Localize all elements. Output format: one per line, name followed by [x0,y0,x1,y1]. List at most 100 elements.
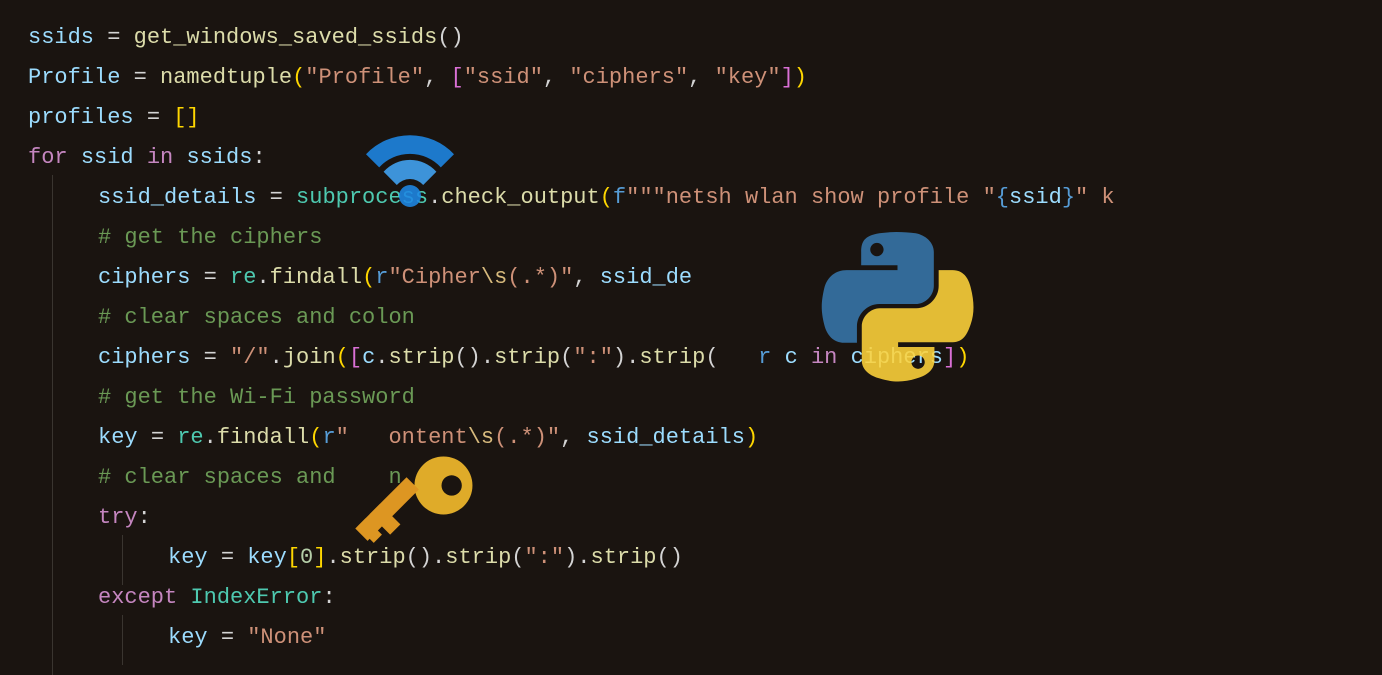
code-token: # clear spaces and colon [98,305,415,330]
code-token: ). [613,345,639,370]
code-token: "Cipher [388,265,480,290]
code-token: strip [494,345,560,370]
code-token: findall [270,265,362,290]
code-token: ( [362,265,375,290]
code-line[interactable]: try: [28,498,1382,538]
code-token [798,345,811,370]
code-line[interactable]: # get the ciphers [28,218,1382,258]
code-token: 0 [300,545,313,570]
code-token [138,425,151,450]
code-line[interactable]: for ssid in ssids: [28,138,1382,178]
code-token: """netsh wlan show profile " [626,185,996,210]
code-token: key [168,545,208,570]
code-token: ssid_details [98,185,256,210]
code-token: : [252,145,265,170]
code-token: try [98,505,138,530]
code-token: ssids [186,145,252,170]
code-token [68,145,81,170]
code-token: ssid_de [600,265,692,290]
code-token: ( [336,345,349,370]
code-line[interactable]: Profile = namedtuple("Profile", ["ssid",… [28,58,1382,98]
code-token: ssid_details [587,425,745,450]
code-token [160,105,173,130]
code-line[interactable]: ciphers = "/".join([c.strip().strip(":")… [28,338,1382,378]
code-token: ) [794,65,807,90]
python-logo-icon [820,232,975,387]
code-token [134,145,147,170]
code-token: ciphers [98,345,190,370]
code-token: for [28,145,68,170]
code-token: "Profile" [305,65,424,90]
code-line[interactable]: key = re.findall(r" ontent\s(.*)", ssid_… [28,418,1382,458]
code-token [173,145,186,170]
code-token: ). [564,545,590,570]
code-token [234,625,247,650]
code-token: ] [313,545,326,570]
wifi-icon [355,108,465,218]
code-token: check_output [441,185,599,210]
code-token: \s [481,265,507,290]
code-token: c [785,345,798,370]
code-token: , [424,65,450,90]
code-token: . [270,345,283,370]
code-token [256,185,269,210]
code-token: Profile [28,65,120,90]
code-line[interactable]: # get the Wi-Fi password [28,378,1382,418]
code-token: re [177,425,203,450]
code-token: (.*)" [507,265,573,290]
code-token: ciphers [98,265,190,290]
code-token: ( [292,65,305,90]
code-token: } [1062,185,1075,210]
code-token: strip [591,545,657,570]
code-token: IndexError [190,585,322,610]
code-token [147,65,160,90]
code-token: ":" [524,545,564,570]
code-line[interactable]: ciphers = re.findall(r"Cipher\s(.*)", ss… [28,258,1382,298]
code-token: [] [173,105,199,130]
code-token: , [543,65,569,90]
code-token: [ [349,345,362,370]
code-token: except [98,585,177,610]
code-token [190,265,203,290]
code-token: in [147,145,173,170]
code-line[interactable]: key = "None" [28,618,1382,658]
code-token: ssids [28,25,94,50]
code-token: () [657,545,683,570]
code-token: . [204,425,217,450]
code-token: key [247,545,287,570]
code-token: = [270,185,283,210]
code-token: = [221,625,234,650]
code-token: (.*)" [494,425,560,450]
code-line[interactable]: # clear spaces and n [28,458,1382,498]
code-token: ( [560,345,573,370]
code-token [177,585,190,610]
code-token: # get the Wi-Fi password [98,385,415,410]
code-token: , [560,425,586,450]
code-token: , [688,65,714,90]
code-token [94,25,107,50]
code-token: c [362,345,375,370]
code-token [208,625,221,650]
code-token [164,425,177,450]
code-token: "/" [230,345,270,370]
code-line[interactable]: # clear spaces and colon [28,298,1382,338]
code-token: "None" [247,625,326,650]
code-token [283,185,296,210]
code-token: ( [705,345,758,370]
code-editor-view[interactable]: ssids = get_windows_saved_ssids()Profile… [0,0,1382,658]
code-line[interactable]: ssids = get_windows_saved_ssids() [28,18,1382,58]
code-line[interactable]: ssid_details = subprocess.check_output(f… [28,178,1382,218]
code-line[interactable]: profiles = [] [28,98,1382,138]
code-token [190,345,203,370]
code-line[interactable]: except IndexError: [28,578,1382,618]
code-token: join [283,345,336,370]
code-token: " k [1075,185,1115,210]
code-line[interactable]: key = key[0].strip().strip(":").strip() [28,538,1382,578]
code-token [134,105,147,130]
code-token [120,65,133,90]
code-token: ssid [81,145,134,170]
code-token: strip [388,345,454,370]
code-token: "key" [715,65,781,90]
code-token: ( [309,425,322,450]
code-token: = [204,345,217,370]
